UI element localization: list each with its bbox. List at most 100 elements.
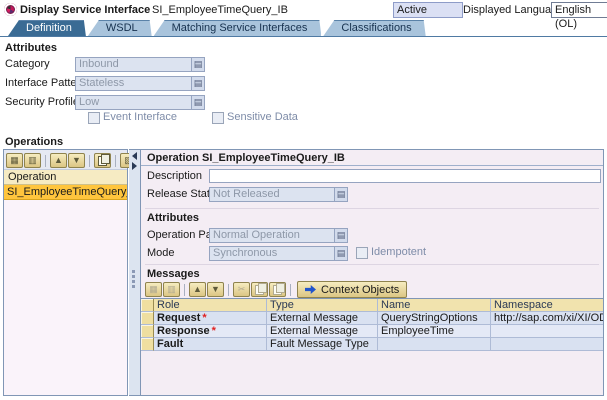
operations-panel: ▦ ▥ ▲ ▼ ▧ Operation SI_EmployeeTimeQuery…	[3, 149, 137, 396]
move-down-icon[interactable]: ▼	[68, 153, 85, 168]
security-profile-dropdown[interactable]: Low ▤	[75, 95, 205, 110]
copy-operation-icon[interactable]	[94, 153, 111, 168]
required-marker: *	[202, 312, 207, 324]
copy-icon[interactable]	[251, 282, 268, 297]
window-title: Display Service Interface	[20, 4, 151, 16]
move-up-icon[interactable]: ▲	[50, 153, 67, 168]
mode-label: Mode	[147, 247, 175, 259]
status-field: Active	[393, 2, 463, 18]
tab-wsdl[interactable]: WSDL	[88, 20, 152, 36]
sensitive-data-label: Sensitive Data	[227, 111, 298, 123]
detail-attributes-title: Attributes	[147, 212, 199, 224]
panel-splitter[interactable]	[129, 149, 140, 396]
messages-section-title: Messages	[147, 268, 200, 280]
column-header-namespace: Namespace	[491, 299, 603, 312]
namespace-value	[491, 338, 603, 351]
dropdown-icon[interactable]: ▤	[191, 96, 204, 109]
release-state-value: Not Released	[213, 188, 280, 200]
insert-row-icon[interactable]: ▦	[145, 282, 162, 297]
idempotent-checkbox[interactable]	[356, 247, 368, 259]
displayed-language-field[interactable]: English (OL)	[551, 2, 607, 30]
displayed-language-label: Displayed Language	[463, 4, 564, 16]
right-arrow-icon	[305, 285, 316, 294]
interface-pattern-dropdown[interactable]: Stateless ▤	[75, 76, 205, 91]
row-selector[interactable]	[141, 338, 154, 351]
object-name: SI_EmployeeTimeQuery_IB	[152, 4, 288, 16]
move-up-icon[interactable]: ▲	[189, 282, 206, 297]
toolbar-separator	[115, 154, 116, 167]
delete-operation-icon[interactable]: ▥	[24, 153, 41, 168]
event-interface-checkbox[interactable]	[88, 112, 100, 124]
section-divider	[145, 208, 599, 209]
sensitive-data-checkbox[interactable]	[212, 112, 224, 124]
interface-pattern-value: Stateless	[79, 77, 125, 89]
context-objects-button[interactable]: Context Objects	[297, 281, 408, 298]
required-marker: *	[211, 325, 216, 337]
security-profile-label: Security Profile	[5, 96, 79, 108]
insert-operation-icon[interactable]: ▦	[6, 153, 23, 168]
cut-icon[interactable]: ✂	[233, 282, 250, 297]
paste-icon	[273, 282, 285, 295]
mode-value: Synchronous	[213, 247, 278, 259]
release-state-label: Release State	[147, 188, 217, 200]
toolbar-separator	[290, 283, 291, 296]
tab-bar: Definition WSDL Matching Service Interfa…	[0, 22, 607, 37]
messages-toolbar: ▦ ▥ ▲ ▼ ✂ Context Objects	[145, 281, 408, 298]
role-value: Request	[157, 312, 201, 324]
move-down-icon[interactable]: ▼	[207, 282, 224, 297]
category-dropdown[interactable]: Inbound ▤	[75, 57, 205, 72]
dropdown-icon[interactable]: ▤	[334, 247, 347, 260]
mode-dropdown[interactable]: Synchronous ▤	[209, 246, 348, 261]
operation-detail-title: Operation SI_EmployeeTimeQuery_IB	[147, 152, 345, 164]
description-label: Description	[147, 170, 203, 182]
row-selector[interactable]	[141, 325, 154, 338]
delete-row-icon[interactable]: ▥	[163, 282, 180, 297]
copy-icon	[98, 153, 110, 166]
splitter-handle[interactable]	[132, 268, 136, 290]
security-profile-value: Low	[79, 96, 100, 108]
operations-toolbar: ▦ ▥ ▲ ▼ ▧	[4, 150, 137, 170]
name-value: EmployeeTime	[378, 325, 491, 338]
collapse-right-icon[interactable]	[132, 162, 137, 170]
event-interface-label: Event Interface	[103, 111, 177, 123]
title-divider	[141, 165, 603, 166]
role-value: Fault	[157, 338, 184, 350]
service-interface-icon	[4, 3, 17, 16]
operations-column-header: Operation	[4, 170, 127, 185]
type-value: External Message	[267, 312, 378, 325]
paste-icon[interactable]	[269, 282, 286, 297]
toolbar-separator	[45, 154, 46, 167]
table-row-response[interactable]: Response * External Message EmployeeTime	[141, 325, 603, 338]
category-label: Category	[5, 58, 50, 70]
tab-definition[interactable]: Definition	[8, 20, 86, 36]
operations-section-title: Operations	[5, 136, 64, 148]
operation-pattern-dropdown[interactable]: Normal Operation ▤	[209, 228, 348, 243]
column-header-name: Name	[378, 299, 491, 312]
attributes-section-title: Attributes	[5, 42, 57, 54]
dropdown-icon[interactable]: ▤	[334, 229, 347, 242]
type-value: Fault Message Type	[267, 338, 378, 351]
column-header-role: Role	[154, 299, 267, 312]
toolbar-separator	[184, 283, 185, 296]
collapse-left-icon[interactable]	[132, 152, 137, 160]
operation-pattern-value: Normal Operation	[213, 229, 300, 241]
table-row-fault[interactable]: Fault Fault Message Type	[141, 338, 603, 351]
tab-matching-service-interfaces[interactable]: Matching Service Interfaces	[154, 20, 322, 36]
dropdown-icon[interactable]: ▤	[191, 58, 204, 71]
release-state-dropdown[interactable]: Not Released ▤	[209, 187, 348, 202]
dropdown-icon[interactable]: ▤	[334, 188, 347, 201]
operation-list-item-selected[interactable]: SI_EmployeeTimeQuery_IB	[4, 185, 127, 200]
operation-detail-panel: Operation SI_EmployeeTimeQuery_IB Descri…	[140, 149, 604, 396]
dropdown-icon[interactable]: ▤	[191, 77, 204, 90]
select-all-cell[interactable]	[141, 299, 154, 312]
name-value: QueryStringOptions	[378, 312, 491, 325]
table-row-request[interactable]: Request * External Message QueryStringOpt…	[141, 312, 603, 325]
tab-classifications[interactable]: Classifications	[323, 20, 425, 36]
namespace-value	[491, 325, 603, 338]
row-selector[interactable]	[141, 312, 154, 325]
namespace-value: http://sap.com/xi/XI/OData	[491, 312, 603, 325]
name-value	[378, 338, 491, 351]
type-value: External Message	[267, 325, 378, 338]
description-input[interactable]	[209, 169, 601, 183]
toolbar-separator	[89, 154, 90, 167]
